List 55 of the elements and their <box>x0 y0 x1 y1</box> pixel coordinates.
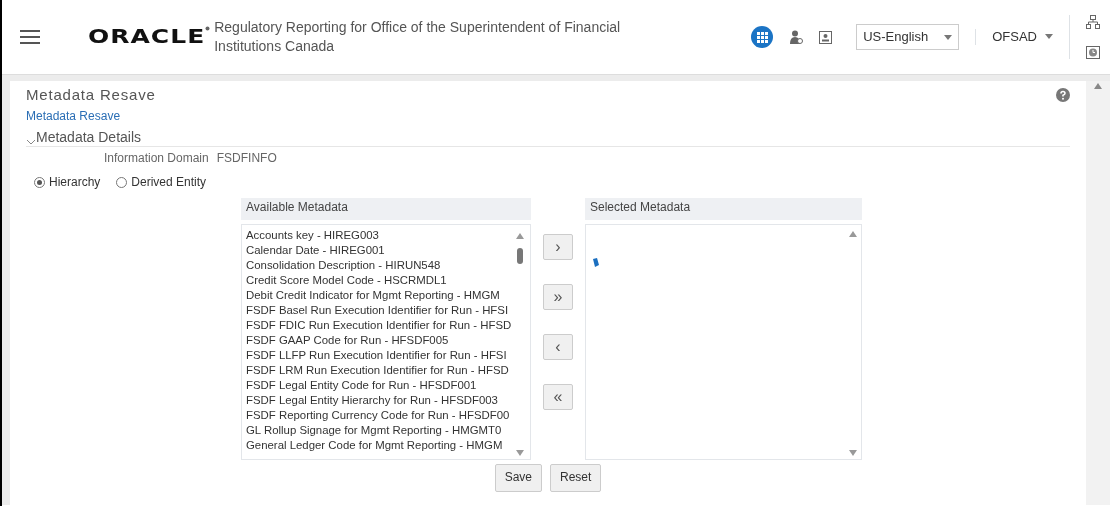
scroll-up-icon[interactable] <box>849 231 857 238</box>
field-label: Information Domain <box>104 151 209 167</box>
move-button[interactable]: « <box>543 384 573 411</box>
list-item[interactable]: Consolidation Description - HIRUN548 <box>246 258 514 274</box>
radio-button[interactable] <box>34 177 45 189</box>
list-item[interactable]: FSDF GAAP Code for Run - HFSDF005 <box>246 333 514 349</box>
list-item[interactable]: FSDF LLFP Run Execution Identifier for Run - HFSI <box>246 348 514 364</box>
list-item[interactable]: Calendar Date - HIREG001 <box>246 243 514 259</box>
help-icon[interactable] <box>1056 87 1070 102</box>
grid-icon[interactable] <box>751 26 774 48</box>
radio-option[interactable]: Derived Entity <box>116 174 207 191</box>
scroll-up-icon[interactable] <box>516 233 524 240</box>
app-title: Regulatory Reporting for Office of the Superintendent of Financial Institutions Canada <box>214 18 622 56</box>
list-header: Available Metadata <box>241 198 531 221</box>
page-title: Metadata Resave <box>26 85 156 105</box>
radio-button[interactable] <box>116 177 128 189</box>
logo: ORACLE <box>88 24 206 50</box>
network-icon[interactable] <box>1086 15 1100 29</box>
list-item[interactable]: General Ledger Code for Mgmt Reporting - HMGM <box>246 438 514 454</box>
scroll-up-icon[interactable] <box>1094 83 1102 89</box>
list-item[interactable]: FSDF Legal Entity Hierarchy for Run - HFSDF003 <box>246 393 514 409</box>
caret-icon <box>944 34 953 40</box>
section-title: Metadata Details <box>36 128 142 147</box>
scroll-down-icon[interactable] <box>849 450 857 457</box>
clock-icon[interactable] <box>1086 45 1100 59</box>
list-item[interactable]: FSDF FDIC Run Execution Identifier for Run - HFSD <box>246 318 514 334</box>
list-item[interactable]: FSDF Basel Run Execution Identifier for Run - HFSI <box>246 303 514 319</box>
action-button[interactable]: Save <box>494 464 542 493</box>
marker-icon <box>592 258 599 268</box>
list-item[interactable]: Credit Score Model Code - HSCRMDL1 <box>246 273 514 289</box>
available-list[interactable] <box>241 224 531 461</box>
list-item[interactable]: GL Rollup Signage for Mgmt Reporting - HMGMT0 <box>246 423 514 439</box>
scrollbar-thumb[interactable] <box>517 248 523 265</box>
list-header: Selected Metadata <box>585 198 862 221</box>
list-item[interactable]: FSDF Reporting Currency Code for Run - HFSDF00 <box>246 408 514 424</box>
breadcrumb-link[interactable]: Metadata Resave <box>26 108 121 125</box>
action-button[interactable]: Reset <box>550 464 602 493</box>
user-dropdown[interactable]: OFSAD <box>975 28 1053 46</box>
move-button[interactable]: ‹ <box>543 334 573 361</box>
caret-icon <box>1045 34 1053 40</box>
contact-card-icon[interactable] <box>819 30 833 44</box>
registered-icon <box>205 26 211 31</box>
user-icon[interactable] <box>789 30 804 44</box>
move-button[interactable]: » <box>543 284 573 311</box>
list-item[interactable]: Debit Credit Indicator for Mgmt Reporting - HMGM <box>246 288 514 304</box>
language-dropdown[interactable]: US-English <box>856 24 960 50</box>
chevron-down-icon[interactable] <box>26 138 36 147</box>
move-button[interactable]: › <box>543 234 573 261</box>
menu-icon[interactable] <box>20 30 40 44</box>
list-item[interactable]: FSDF LRM Run Execution Identifier for Run - HFSD <box>246 363 514 379</box>
scroll-down-icon[interactable] <box>516 450 524 457</box>
list-item[interactable]: FSDF Legal Entity Code for Run - HFSDF001 <box>246 378 514 394</box>
field-value: FSDFINFO <box>216 151 277 167</box>
list-item[interactable]: Accounts key - HIREG003 <box>246 228 514 244</box>
radio-option[interactable]: Hierarchy <box>34 174 101 191</box>
